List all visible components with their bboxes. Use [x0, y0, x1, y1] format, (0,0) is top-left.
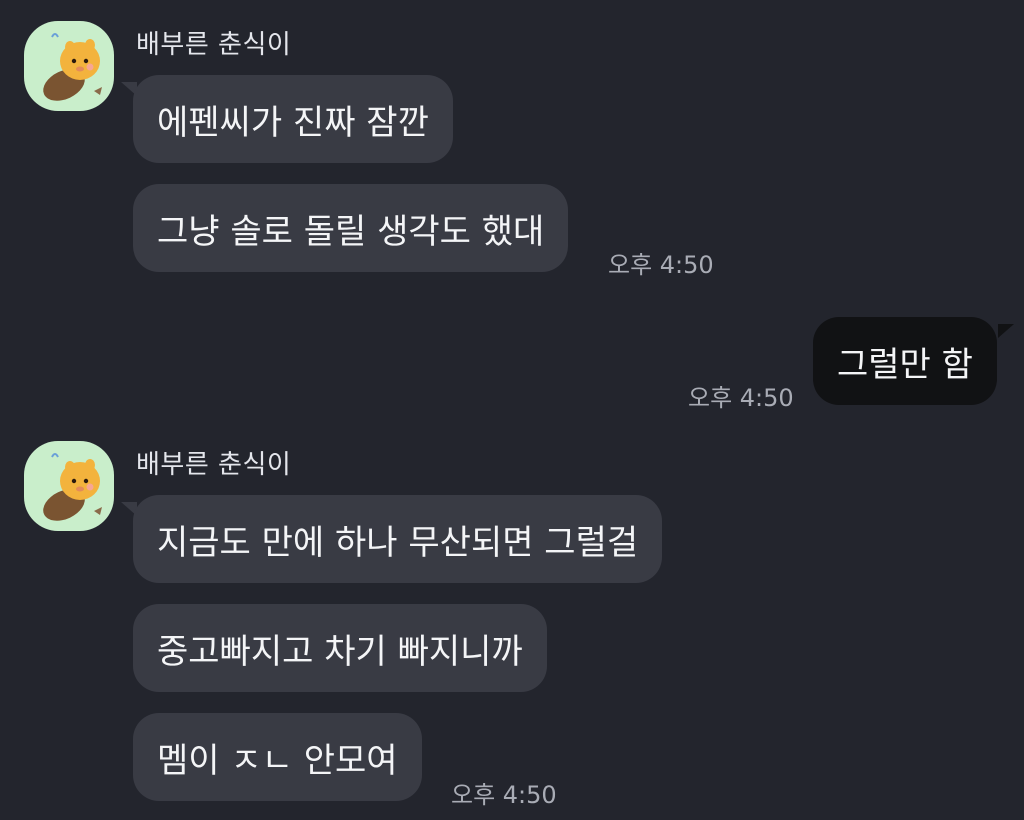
message-text: 그럴만 함	[837, 344, 973, 385]
sender-name: 배부른 춘식이	[136, 30, 292, 60]
chunsik-character-icon	[43, 33, 102, 101]
sender-avatar[interactable]	[24, 441, 114, 531]
message-text: 에펜씨가 진짜 잠깐	[157, 102, 429, 143]
message-timestamp: 오후 4:50	[688, 384, 794, 412]
message-text: 그냥 솔로 돌릴 생각도 했대	[157, 211, 545, 252]
message-bubble[interactable]: 지금도 만에 하나 무산되면 그럴걸	[133, 495, 663, 583]
message-timestamp: 오후 4:50	[608, 251, 714, 279]
chunsik-character-icon	[43, 453, 102, 521]
bubble-tail	[998, 324, 1014, 338]
message-text: 지금도 만에 하나 무산되면 그럴걸	[157, 522, 639, 563]
message-text: 중고빠지고 차기 빠지니까	[157, 631, 523, 672]
message-bubble-outgoing[interactable]: 그럴만 함	[813, 317, 997, 405]
message-bubble[interactable]: 그냥 솔로 돌릴 생각도 했대	[133, 184, 569, 272]
message-timestamp: 오후 4:50	[451, 781, 557, 809]
message-bubble[interactable]: 중고빠지고 차기 빠지니까	[133, 604, 547, 692]
sender-name: 배부른 춘식이	[136, 450, 292, 480]
sender-avatar[interactable]	[24, 21, 114, 111]
message-bubble[interactable]: 멤이 ㅈㄴ 안모여	[133, 713, 422, 801]
message-bubble[interactable]: 에펜씨가 진짜 잠깐	[133, 75, 453, 163]
message-text: 멤이 ㅈㄴ 안모여	[157, 740, 398, 781]
